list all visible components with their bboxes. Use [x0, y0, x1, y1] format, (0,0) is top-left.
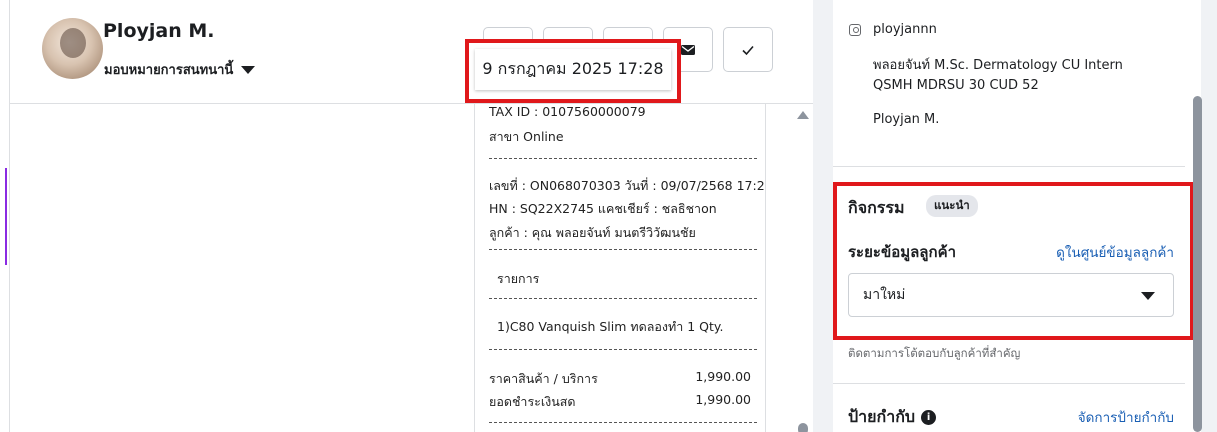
- customer-stage-label: ระยะข้อมูลลูกค้า: [848, 243, 957, 261]
- assign-conversation-dropdown[interactable]: มอบหมายการสนทนานี้: [104, 59, 256, 80]
- app-root: Ployjan M. มอบหมายการสนทนานี้ 9 กรกฎาคม …: [0, 0, 1217, 432]
- receipt-customer: ลูกค้า : คุณ พลอยจันท์ มนตรีวิวัฒนชัย: [489, 225, 696, 240]
- manage-tags-link[interactable]: จัดการป้ายกำกับ: [1078, 406, 1174, 428]
- activity-title: กิจกรรม: [848, 198, 905, 217]
- mark-done-button[interactable]: [723, 27, 773, 72]
- recommended-badge: แนะนำ: [926, 195, 978, 217]
- receipt-divider: [489, 158, 757, 159]
- section-divider: [833, 383, 1185, 384]
- scrollbar-thumb[interactable]: [798, 423, 808, 432]
- receipt-divider: [489, 298, 757, 299]
- receipt-doc-number: เลขที่ : ON068070303 วันที่ : 09/07/2568…: [489, 178, 766, 193]
- date-tooltip-highlight: 9 กรกฎาคม 2025 17:28: [465, 39, 681, 103]
- scroll-up-arrow-icon[interactable]: [797, 111, 809, 119]
- mail-icon: [681, 44, 695, 55]
- info-icon[interactable]: i: [921, 410, 937, 425]
- receipt-hn-cashier: HN : SQ22X2745 แคชเชียร์ : ชลธิชาon: [489, 201, 717, 216]
- conversation-panel: Ployjan M. มอบหมายการสนทนานี้ 9 กรกฎาคม …: [0, 0, 813, 432]
- receipt-tax-id: TAX ID : 0107560000079: [489, 104, 646, 119]
- avatar[interactable]: [42, 18, 103, 79]
- receipt-item: 1)C80 Vanquish Slim ทดลองทำ 1 Qty.: [497, 319, 724, 334]
- bio-name: Ployjan M.: [873, 112, 940, 127]
- receipt-divider: [489, 349, 757, 350]
- assign-label: มอบหมายการสนทนานี้: [104, 63, 234, 78]
- instagram-icon: [849, 23, 861, 36]
- receipt-items-header: รายการ: [497, 271, 540, 286]
- receipt-divider: [489, 422, 757, 423]
- selection-accent: [5, 168, 7, 265]
- date-tooltip: 9 กรกฎาคม 2025 17:28: [475, 49, 671, 90]
- receipt-cash-label: ยอดชำระเงินสด: [489, 394, 576, 409]
- instagram-handle-row[interactable]: ployjannn: [849, 22, 937, 37]
- stage-helper-text: ติดตามการโต้ตอบกับลูกค้าที่สำคัญ: [848, 346, 1021, 360]
- receipt-price-value: 1,990.00: [695, 369, 751, 384]
- bio-line: พลอยจันท์ M.Sc. Dermatology CU Intern: [873, 58, 1123, 73]
- chevron-down-icon: [241, 65, 256, 74]
- bio-line: QSMH MDRSU 30 CUD 52: [873, 78, 1039, 93]
- receipt-cash-value: 1,990.00: [695, 392, 751, 407]
- customer-stage-value: มาใหม่: [863, 287, 906, 303]
- receipt-image[interactable]: TAX ID : 0107560000079 สาขา Online เลขที…: [474, 104, 766, 432]
- section-divider: [833, 166, 1185, 167]
- receipt-divider: [489, 249, 757, 250]
- instagram-handle: ployjannn: [873, 22, 937, 37]
- receipt-branch: สาขา Online: [489, 129, 564, 144]
- contact-name: Ployjan M.: [103, 20, 215, 42]
- check-icon: [742, 45, 754, 55]
- chevron-down-icon: [1141, 292, 1155, 300]
- view-in-customer-center-link[interactable]: ดูในศูนย์ข้อมูลลูกค้า: [1056, 241, 1174, 263]
- sidebar-scrollbar[interactable]: [1193, 96, 1202, 432]
- contact-bio: พลอยจันท์ M.Sc. Dermatology CU Intern QS…: [873, 56, 1173, 96]
- customer-stage-select[interactable]: มาใหม่: [848, 273, 1174, 317]
- receipt-price-label: ราคาสินค้า / บริการ: [489, 371, 598, 386]
- tags-title-text: ป้ายกำกับ: [848, 407, 916, 426]
- tags-section-title: ป้ายกำกับ i: [848, 405, 937, 430]
